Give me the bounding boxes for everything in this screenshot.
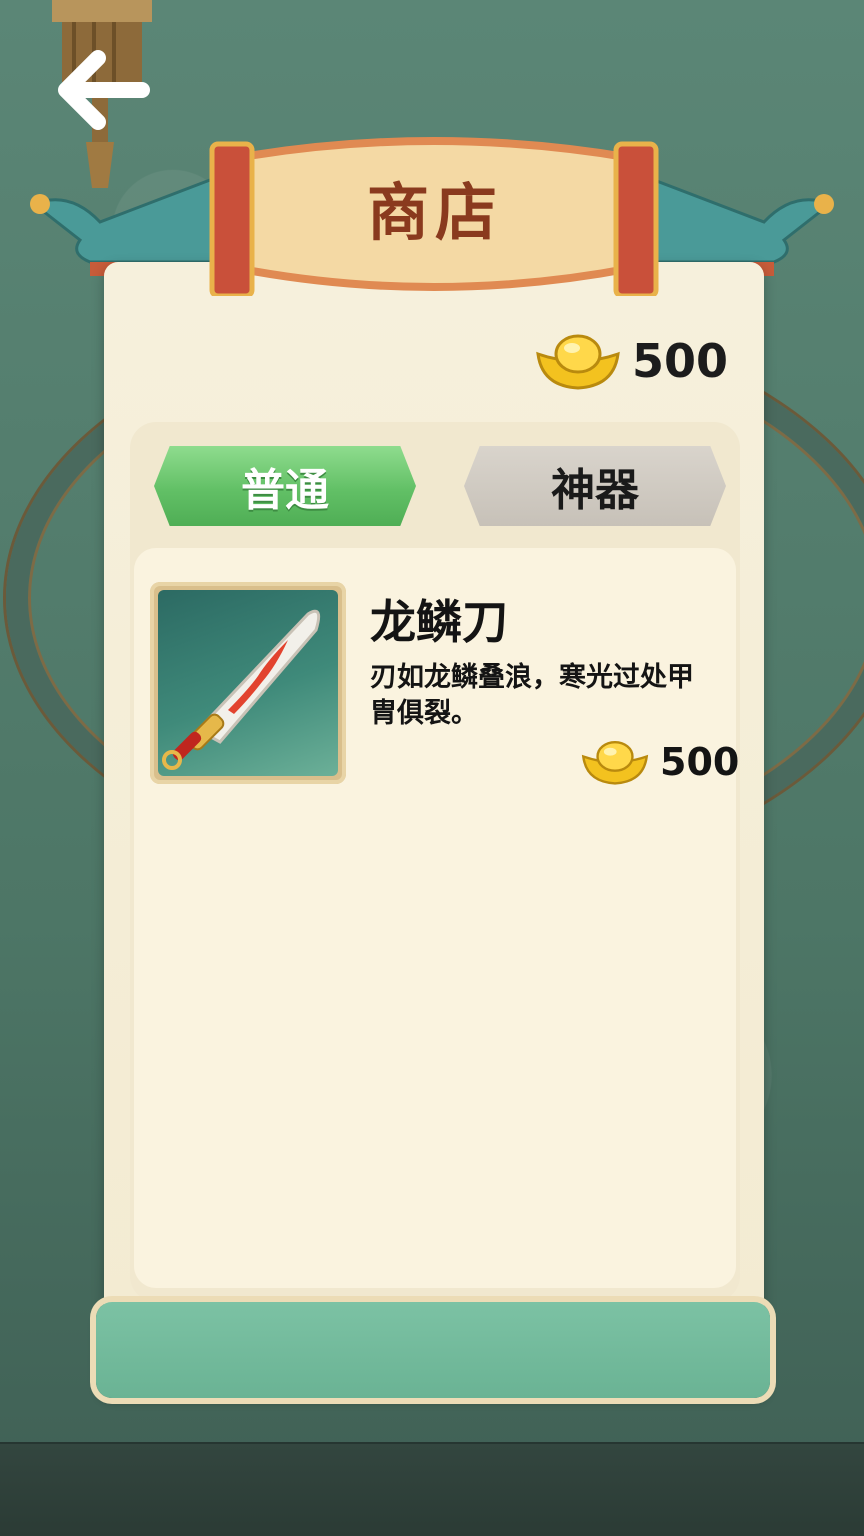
tab-normal-label: 普通 — [241, 465, 329, 516]
item-thumbnail[interactable] — [150, 582, 346, 784]
back-button[interactable] — [58, 50, 150, 130]
gold-ingot-icon — [536, 334, 620, 390]
wallet-amount: 500 — [631, 334, 728, 388]
page-title: 商店 — [366, 176, 503, 249]
dragon-scale-sword-icon — [162, 609, 321, 770]
tab-artifact[interactable]: 神器 — [464, 446, 726, 526]
gold-ingot-icon — [581, 740, 649, 785]
floor-band — [0, 1442, 864, 1536]
wallet-display: 500 — [534, 326, 728, 396]
tab-artifact-label: 神器 — [551, 465, 639, 516]
item-price: 500 — [660, 740, 740, 784]
item-price-button[interactable]: 500 — [580, 736, 739, 788]
footer-scroll-decoration — [96, 1302, 770, 1398]
tab-normal[interactable]: 普通 — [154, 446, 416, 526]
item-name: 龙鳞刀 — [370, 595, 508, 649]
item-description: 刃如龙鳞叠浪，寒光过处甲胄俱裂。 — [370, 662, 694, 729]
arrow-left-icon — [58, 50, 150, 130]
